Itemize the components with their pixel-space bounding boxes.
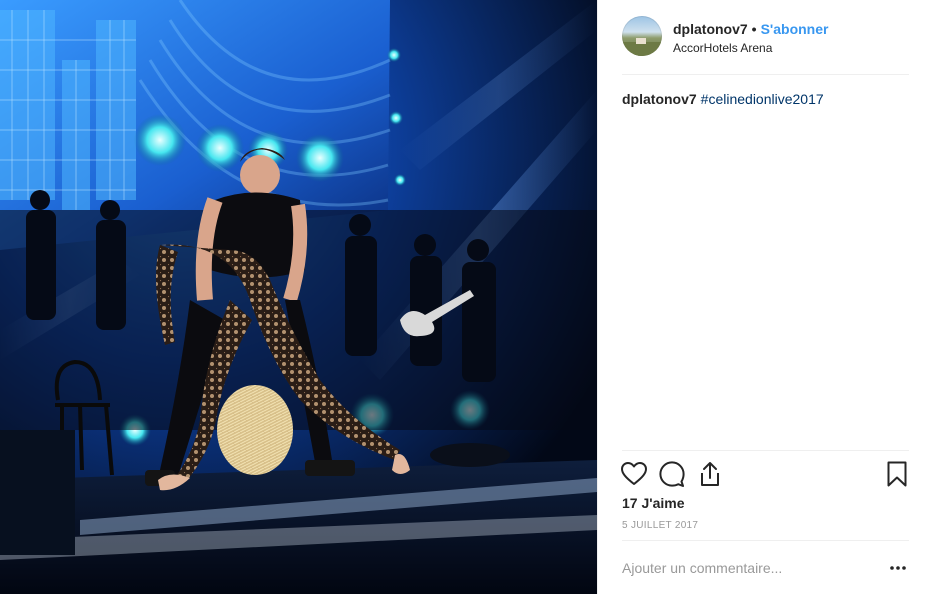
location-link[interactable]: AccorHotels Arena	[673, 41, 828, 56]
caption: dplatonov7 #celinedionlive2017	[622, 90, 912, 108]
share-icon[interactable]	[692, 456, 728, 492]
comment-input[interactable]	[622, 556, 852, 580]
caption-username[interactable]: dplatonov7	[622, 91, 697, 107]
header-line: dplatonov7 • S'abonner	[673, 21, 828, 39]
separator-dot: •	[751, 21, 757, 37]
avatar-hill	[622, 42, 662, 56]
instagram-post: dplatonov7 • S'abonner AccorHotels Arena d…	[0, 0, 933, 594]
post-date[interactable]: 5 JUILLET 2017	[622, 520, 698, 531]
divider	[622, 540, 909, 541]
post-photo[interactable]	[0, 0, 597, 594]
avatar[interactable]	[622, 16, 662, 56]
heart-icon[interactable]	[616, 456, 652, 492]
avatar-house	[636, 38, 646, 44]
header-username[interactable]: dplatonov7	[673, 21, 748, 37]
divider	[622, 74, 909, 75]
hashtag-link[interactable]: #celinedionlive2017	[701, 91, 824, 107]
more-options-icon[interactable]	[884, 556, 912, 580]
like-count[interactable]: 17 J'aime	[622, 495, 685, 511]
post-header: dplatonov7 • S'abonner AccorHotels Arena	[598, 0, 933, 75]
post-details-panel: dplatonov7 • S'abonner AccorHotels Arena d…	[597, 0, 933, 594]
follow-button[interactable]: S'abonner	[761, 21, 829, 37]
header-text: dplatonov7 • S'abonner AccorHotels Arena	[673, 21, 828, 56]
comment-icon[interactable]	[654, 456, 690, 492]
action-bar	[616, 456, 916, 492]
divider	[622, 450, 909, 451]
bookmark-icon[interactable]	[879, 456, 915, 492]
concert-photo	[0, 0, 597, 594]
